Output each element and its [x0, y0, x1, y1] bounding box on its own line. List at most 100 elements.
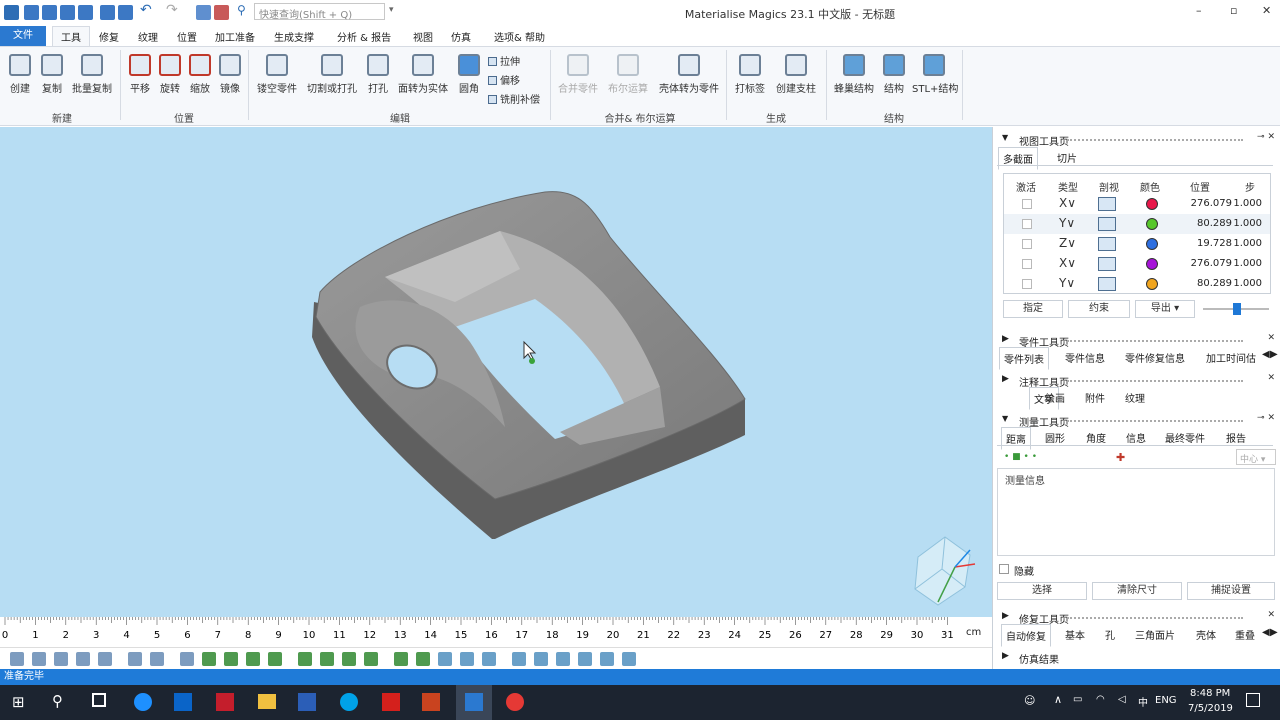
step-value[interactable]: 1.000 [1230, 238, 1262, 249]
step-value[interactable]: 1.000 [1230, 218, 1262, 229]
import-icon[interactable] [100, 5, 115, 20]
app-logo-icon[interactable] [4, 5, 19, 20]
section-color-swatch[interactable] [1146, 198, 1158, 210]
batch-copy-button[interactable]: 批量复制 [70, 54, 114, 95]
section-row[interactable]: Y∨ 80.289 1.000 [1004, 214, 1270, 234]
tray-chevron-icon[interactable]: ∧ [1054, 693, 1062, 706]
word-icon[interactable] [298, 693, 316, 711]
tab-view[interactable]: 视图 [413, 29, 433, 44]
section-color-swatch[interactable] [1146, 218, 1158, 230]
rotate-button[interactable]: 旋转 [156, 54, 184, 95]
honeycomb-button[interactable]: 蜂巢结构 [832, 54, 876, 95]
simulation-panel-header[interactable]: ▶ 仿真结果 [993, 648, 1280, 666]
section-color-swatch[interactable] [1146, 238, 1158, 250]
tab-options-help[interactable]: 选项& 帮助 [494, 29, 545, 44]
face-to-solid-button[interactable]: 面转为实体 [396, 54, 450, 95]
scroll-left-icon[interactable]: ◀ [1262, 627, 1270, 638]
tab-build-time[interactable]: 加工时间估 [1202, 347, 1260, 368]
network-icon[interactable]: ▭ [1073, 694, 1082, 705]
tab-part-fix-info[interactable]: 零件修复信息 [1121, 347, 1189, 368]
select-button[interactable]: 选择 [997, 582, 1087, 600]
hollow-part-button[interactable]: 镂空零件 [256, 54, 298, 95]
merge-parts-button[interactable]: 合并零件 [556, 54, 600, 95]
collapse-icon[interactable]: ▼ [1002, 133, 1008, 142]
quick-search-input[interactable]: 快速查询(Shift + Q) [254, 3, 385, 21]
expand-icon[interactable]: ▶ [1002, 611, 1009, 621]
offset-button[interactable]: 偏移 [488, 72, 520, 87]
section-color-swatch[interactable] [1146, 278, 1158, 290]
scale-button[interactable]: 缩放 [186, 54, 214, 95]
zoom-window-icon[interactable] [32, 652, 46, 666]
view-cube-small-icon[interactable] [98, 652, 112, 666]
create-pillar-button[interactable]: 创建支柱 [774, 54, 818, 95]
tab-build-prep[interactable]: 加工准备 [215, 29, 255, 44]
quick-access-dropdown-icon[interactable]: ▾ [389, 5, 394, 15]
zoom-icon[interactable] [10, 652, 24, 666]
shell-select-icon[interactable] [224, 652, 238, 666]
axis-type-dropdown[interactable]: X∨ [1059, 256, 1076, 270]
section-view-icon[interactable] [1098, 237, 1116, 251]
fillet-button[interactable]: 圆角 [456, 54, 482, 95]
expand-icon[interactable] [556, 652, 570, 666]
tab-part-info[interactable]: 零件信息 [1061, 347, 1109, 368]
tab-draw[interactable]: 绘画 [1041, 387, 1069, 408]
outlook-icon[interactable] [174, 693, 192, 711]
part-model[interactable] [0, 127, 992, 617]
open-file-icon[interactable] [42, 5, 57, 20]
step-value[interactable]: 1.000 [1230, 258, 1262, 269]
active-checkbox[interactable] [1022, 259, 1032, 269]
export-dropdown[interactable]: 导出 ▾ [1135, 300, 1195, 318]
notifications-icon[interactable] [1246, 693, 1260, 707]
tab-texture-annot[interactable]: 纹理 [1121, 387, 1149, 408]
acrobat-icon[interactable] [382, 693, 400, 711]
tab-overlap[interactable]: 重叠 [1231, 624, 1259, 645]
tab-holes[interactable]: 孔 [1101, 624, 1119, 645]
mirror-button[interactable]: 镜像 [216, 54, 244, 95]
tab-repair[interactable]: 修复 [99, 29, 119, 44]
tab-multi-section[interactable]: 多截面 [998, 147, 1038, 170]
minimize-button[interactable]: – [1196, 4, 1202, 17]
active-checkbox[interactable] [1022, 219, 1032, 229]
zoom-fit-icon[interactable] [76, 652, 90, 666]
edge-icon[interactable] [134, 693, 152, 711]
show-icon[interactable] [622, 652, 636, 666]
scroll-left-icon[interactable]: ◀ [1262, 349, 1270, 360]
section-view-icon[interactable] [1098, 197, 1116, 211]
expand-icon[interactable]: ▶ [1002, 651, 1009, 661]
axis-type-dropdown[interactable]: X∨ [1059, 196, 1076, 210]
panel-close-icon[interactable]: ✕ [1267, 373, 1275, 383]
close-button[interactable]: ✕ [1262, 4, 1271, 17]
section-row[interactable]: Z∨ 19.728 1.000 [1004, 234, 1270, 254]
section-view-icon[interactable] [1098, 257, 1116, 271]
stl-structure-button[interactable]: STL+结构 [912, 54, 958, 95]
tab-attachment[interactable]: 附件 [1081, 387, 1109, 408]
panel-pin-close-icon[interactable]: ⊸ ✕ [1257, 132, 1275, 142]
collapse-icon[interactable]: ▼ [1002, 414, 1008, 423]
surface-select-icon[interactable] [202, 652, 216, 666]
shrink-icon[interactable] [534, 652, 548, 666]
language-indicator[interactable]: ENG [1155, 695, 1177, 706]
wave-icon[interactable] [438, 652, 452, 666]
active-checkbox[interactable] [1022, 239, 1032, 249]
hide-icon[interactable] [600, 652, 614, 666]
position-value[interactable]: 80.289 [1164, 278, 1232, 289]
view-cube-icon[interactable] [914, 536, 976, 606]
tab-analysis-report[interactable]: 分析 & 报告 [337, 29, 391, 44]
active-checkbox[interactable] [1022, 279, 1032, 289]
search-icon[interactable]: ⚲ [52, 692, 63, 710]
constrain-button[interactable]: 约束 [1068, 300, 1130, 318]
expand-icon[interactable]: ▶ [1002, 374, 1009, 384]
measure-tools-icon[interactable]: • ■ • • [1004, 452, 1037, 462]
box-select-icon[interactable] [268, 652, 282, 666]
tab-texture[interactable]: 纹理 [138, 29, 158, 44]
create-button[interactable]: 创建 [6, 54, 34, 95]
flatten-icon[interactable] [416, 652, 430, 666]
copy-button[interactable]: 复制 [38, 54, 66, 95]
step-value[interactable]: 1.000 [1230, 278, 1262, 289]
hide-checkbox[interactable] [999, 564, 1009, 574]
clear-dimensions-button[interactable]: 清除尺寸 [1092, 582, 1182, 600]
punch-button[interactable]: 打孔 [364, 54, 392, 95]
section-view-icon[interactable] [1098, 217, 1116, 231]
tab-generate-support[interactable]: 生成支撑 [274, 29, 314, 44]
selection-mode-icon[interactable] [196, 5, 211, 20]
